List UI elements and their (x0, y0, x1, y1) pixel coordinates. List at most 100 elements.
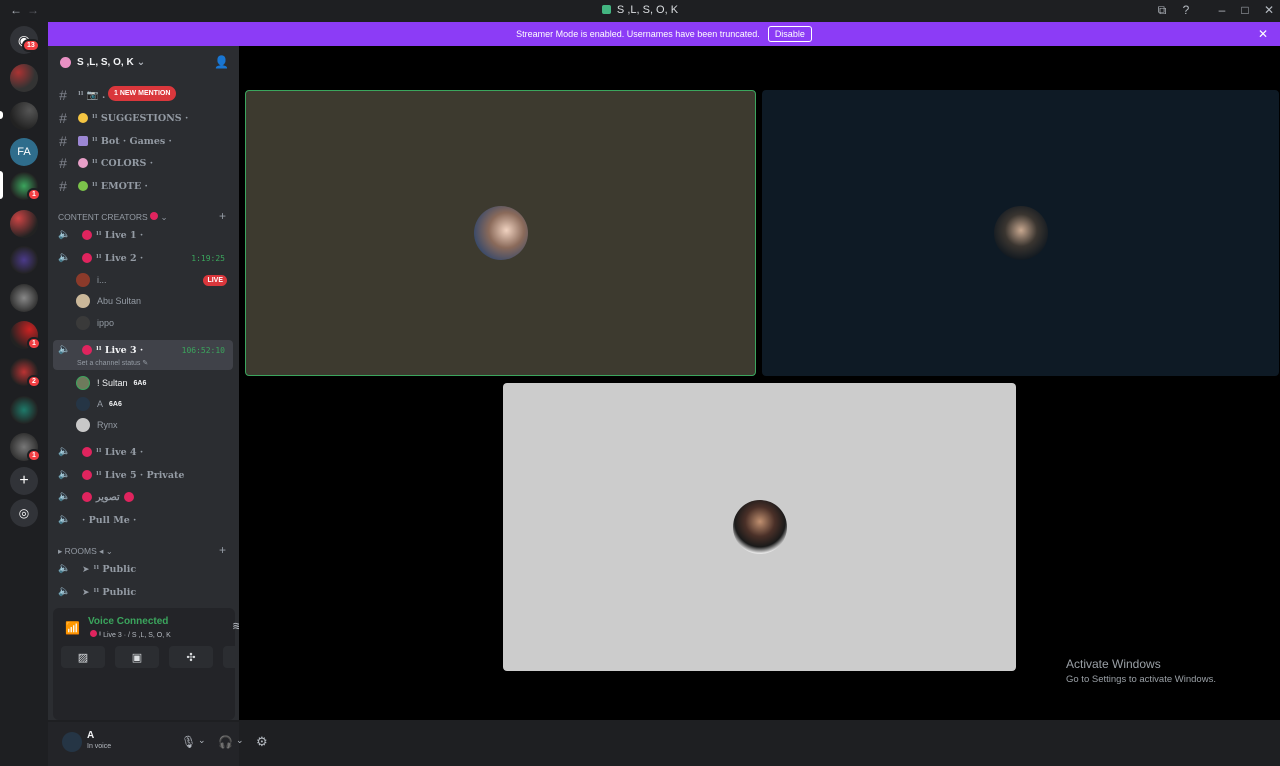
red-dot-icon (150, 212, 159, 220)
palette-icon (78, 158, 88, 168)
voice-stage (239, 46, 1280, 720)
category-label: CONTENT CREATORS (58, 212, 148, 222)
unread-pill (0, 111, 3, 119)
channel-item[interactable]: # ˡˡ COLORS · (54, 153, 233, 173)
speaker-icon: 🔈 (58, 229, 71, 240)
channel-label: ˡˡ Live 4 · (96, 446, 144, 458)
close-window-icon[interactable]: ✕ (1261, 3, 1277, 17)
voice-status[interactable]: Voice Connected (88, 616, 168, 627)
no-entry-icon (82, 492, 92, 502)
server-folder-3[interactable] (10, 210, 38, 238)
channel-label: ˡˡ Public (93, 586, 137, 598)
add-server-icon[interactable]: + (10, 467, 38, 495)
member-name: A (97, 399, 104, 409)
close-icon[interactable]: ✕ (1258, 27, 1268, 41)
server-icon-fa[interactable]: FA (10, 138, 38, 166)
voice-channel-arabic[interactable]: 🔈 تصوير (54, 487, 233, 507)
avatar (76, 418, 90, 432)
server-folder-2[interactable] (10, 102, 38, 130)
participant-tile[interactable] (503, 383, 1016, 671)
disable-button[interactable]: Disable (767, 26, 812, 42)
voice-channel-pullme[interactable]: 🔈 · Pull Me · (54, 510, 233, 530)
channel-item[interactable]: # ˡˡ EMOTE · (54, 176, 233, 196)
server-folder-4[interactable] (10, 246, 38, 274)
server-folder-1[interactable] (10, 64, 38, 92)
explore-compass-icon[interactable]: ◎ (10, 499, 38, 527)
channel-label: ˡˡ Live 5 · Private (96, 469, 185, 481)
category-rooms[interactable]: ▸ ROOMS ◂ ⌄ (58, 546, 113, 557)
channel-label: ˡˡ 📷 . (78, 89, 106, 101)
participant-tile-speaking[interactable] (245, 90, 756, 376)
member-tag: 6A6 (109, 400, 122, 408)
hash-icon: # (59, 110, 67, 126)
screen-share-button-icon[interactable]: ▣ (115, 646, 159, 668)
maximize-icon[interactable]: □ (1237, 3, 1253, 17)
voice-channel-live1[interactable]: 🔈 ˡˡ Live 1 · (54, 225, 233, 245)
channel-label: ˡˡ COLORS · (92, 157, 154, 169)
channel-status[interactable]: Set a channel status ✎ (77, 359, 148, 367)
create-channel-icon[interactable]: + (219, 543, 226, 557)
bulb-icon (78, 113, 88, 123)
voice-channel-live5[interactable]: 🔈 ˡˡ Live 5 · Private (54, 465, 233, 485)
camera-off-icon[interactable]: ▨ (61, 646, 105, 668)
channel-timer: 106:52:10 (181, 345, 225, 355)
hash-icon: # (59, 87, 67, 103)
voice-member[interactable]: Abu Sultan (76, 291, 226, 311)
member-name: i... (97, 275, 107, 285)
channel-item[interactable]: # ˡˡ Bot · Games · (54, 131, 233, 151)
window-title: S ,L, S, O, K (0, 4, 1280, 16)
chevron-down-icon: ⌄ (136, 56, 146, 68)
voice-channel-public[interactable]: 🔈 ➤ ˡˡ Public (54, 559, 233, 579)
voice-member[interactable]: ! Sultan 6A6 (76, 373, 226, 393)
invite-people-icon[interactable]: 👤 (214, 55, 229, 69)
hash-icon: # (59, 133, 67, 149)
no-entry-icon (123, 492, 134, 502)
voice-channel-live2[interactable]: 🔈 ˡˡ Live 2 · 1:19:25 (54, 248, 233, 268)
activation-watermark: Activate Windows Go to Settings to activ… (1066, 657, 1216, 685)
red-circle-icon (82, 230, 92, 240)
avatar (76, 376, 90, 390)
channel-timer: 1:19:25 (191, 253, 225, 263)
server-header[interactable]: S ,L, S, O, K ⌄ 👤 (48, 46, 239, 78)
server-folder-5[interactable] (10, 284, 38, 312)
user-name[interactable]: A (87, 730, 94, 741)
voice-member[interactable]: A 6A6 (76, 394, 226, 414)
voice-channel-info[interactable]: ˡˡ Live 3 · / S ,L, S, O, K (90, 630, 171, 639)
activities-icon[interactable]: ✣ (169, 646, 213, 668)
channel-item[interactable]: # ˡˡ SUGGESTIONS · (54, 108, 233, 128)
minimize-icon[interactable]: – (1214, 3, 1230, 17)
red-circle-icon (82, 253, 92, 263)
title-bar: ← → S ,L, S, O, K ⧉ ? – □ ✕ (0, 0, 1280, 21)
server-folder-8[interactable] (10, 396, 38, 424)
voice-channel-live4[interactable]: 🔈 ˡˡ Live 4 · (54, 442, 233, 462)
voice-channel-live3[interactable]: 🔈 ˡˡ Live 3 · 106:52:10 (54, 340, 233, 360)
create-channel-icon[interactable]: + (219, 209, 226, 223)
new-mention-badge[interactable]: 1 NEW MENTION (108, 86, 177, 101)
avatar (76, 294, 90, 308)
voice-member[interactable]: ippo (76, 313, 226, 333)
headphones-icon[interactable]: 🎧 (218, 735, 233, 749)
member-name: Abu Sultan (97, 296, 142, 306)
member-name: ippo (97, 318, 115, 328)
settings-gear-icon[interactable]: ⚙ (256, 734, 268, 750)
help-icon[interactable]: ? (1178, 3, 1194, 17)
channel-label: ˡˡ Live 1 · (96, 229, 144, 241)
category-content-creators[interactable]: CONTENT CREATORS ⌄ (58, 212, 168, 223)
signal-icon[interactable]: 📶 (65, 621, 80, 635)
participant-tile[interactable] (762, 90, 1279, 376)
alien-icon (78, 181, 88, 191)
member-tag: 6A6 (133, 379, 147, 387)
avatar[interactable] (62, 732, 82, 752)
voice-channel-public[interactable]: 🔈 ➤ ˡˡ Public (54, 582, 233, 602)
channel-label: · Pull Me · (82, 514, 137, 526)
channel-label: تصوير (96, 491, 120, 503)
voice-member[interactable]: Rynx (76, 415, 226, 435)
screen-share-icon[interactable]: ⧉ (1154, 3, 1170, 18)
avatar (76, 397, 90, 411)
server-badge: 1 (27, 449, 41, 462)
chevron-down-icon[interactable]: ⌄ (236, 735, 244, 746)
chevron-down-icon[interactable]: ⌄ (198, 735, 206, 746)
channel-label: ˡˡ EMOTE · (92, 180, 148, 192)
channel-label: ˡˡ Bot · Games · (92, 135, 172, 147)
microphone-icon[interactable]: 🎙 (181, 735, 196, 749)
